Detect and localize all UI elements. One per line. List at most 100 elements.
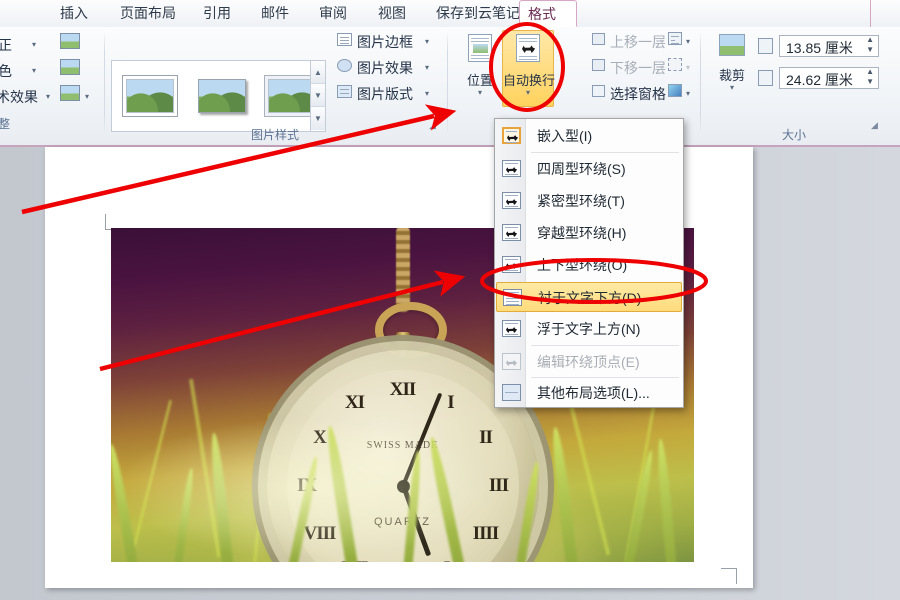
selection-pane-label[interactable]: 选择窗格 [610, 84, 666, 104]
shape-height-spin-up[interactable]: ▲ [866, 35, 874, 44]
bring-forward-icon [592, 33, 605, 45]
menu-item-behind-text[interactable]: 衬于文字下方(D) [496, 282, 682, 312]
shape-height-field[interactable]: 13.85 厘米 ▲ ▼ [779, 35, 879, 57]
wrap-square-icon [502, 160, 521, 177]
crop-label: 裁剪 [718, 68, 745, 83]
tab-view[interactable]: 视图 [370, 0, 414, 27]
bring-forward-label: 上移一层 [610, 34, 666, 50]
shape-width-field[interactable]: 24.62 厘米 ▲ ▼ [779, 67, 879, 89]
crop-button[interactable]: 裁剪 ▾ [708, 31, 756, 105]
margin-marker-bottom-right [721, 568, 737, 584]
picture-border-label[interactable]: 图片边框 [357, 32, 413, 52]
picture-border-caret-icon[interactable]: ▾ [425, 37, 429, 46]
menu-item-edit-wrap-points: 编辑环绕顶点(E) [496, 347, 682, 377]
menu-item-label: 编辑环绕顶点(E) [537, 354, 640, 370]
menu-item-through[interactable]: 穿越型环绕(H) [496, 218, 682, 248]
size-group-title: 大小 [781, 128, 806, 142]
menu-item-more-layout-options[interactable]: 其他布局选项(L)... [496, 378, 682, 408]
group-separator-2 [447, 31, 448, 135]
tab-references[interactable]: 引用 [195, 0, 239, 27]
send-backward-label: 下移一层 [610, 60, 666, 76]
picture-style-thumb-2[interactable] [194, 75, 250, 117]
picture-border-icon[interactable] [337, 33, 352, 46]
wrap-topbottom-icon [502, 256, 521, 273]
menu-item-tight[interactable]: 紧密型环绕(T) [496, 186, 682, 216]
color-label[interactable]: 色 [0, 61, 12, 81]
shape-height-value: 13.85 厘米 [786, 40, 853, 56]
position-button[interactable]: 位置 ▾ [456, 31, 504, 105]
gallery-scroll-up-button[interactable]: ▲ [311, 61, 325, 84]
corrections-caret-icon[interactable]: ▾ [32, 40, 36, 49]
wrap-through-icon [502, 224, 521, 241]
picture-layout-caret-icon[interactable]: ▾ [425, 89, 429, 98]
menu-item-in-front-of-text[interactable]: 浮于文字上方(N) [496, 314, 682, 344]
change-picture-icon[interactable] [60, 59, 80, 75]
picture-effects-caret-icon[interactable]: ▾ [425, 63, 429, 72]
picture-layout-label[interactable]: 图片版式 [357, 84, 413, 104]
picture-layout-icon[interactable] [337, 85, 352, 98]
menu-item-top-and-bottom[interactable]: 上下型环绕(O) [496, 250, 682, 280]
wrap-tight-icon [502, 192, 521, 209]
position-label: 位置 [466, 73, 493, 88]
picture-styles-dialog-launcher[interactable] [427, 120, 438, 131]
wrap-text-label: 自动换行 [503, 73, 556, 88]
tab-format[interactable]: 格式 [519, 0, 577, 27]
tab-strip-right-edge [870, 0, 900, 27]
menu-item-label: 四周型环绕(S) [537, 161, 626, 177]
menu-item-label: 穿越型环绕(H) [537, 225, 627, 241]
thumb-image-2 [198, 79, 246, 113]
tab-mailings[interactable]: 邮件 [253, 0, 297, 27]
wrap-text-dropdown-menu[interactable]: 嵌入型(I) 四周型环绕(S) 紧密型环绕(T) 穿越型环绕(H) 上下型环绕(… [494, 118, 684, 408]
shape-width-spin-up[interactable]: ▲ [866, 67, 874, 76]
menu-item-square[interactable]: 四周型环绕(S) [496, 154, 682, 184]
wrap-text-icon [516, 34, 540, 62]
wrap-text-dropdown-caret-icon[interactable]: ▾ [503, 89, 553, 97]
tab-review[interactable]: 审阅 [311, 0, 355, 27]
shape-width-spin-down[interactable]: ▼ [866, 77, 874, 86]
shape-height-icon [758, 38, 773, 54]
picture-styles-group-title: 图片样式 [250, 128, 299, 142]
rotate-caret-icon[interactable]: ▾ [686, 89, 690, 98]
gallery-scroll-down-button[interactable]: ▼ [311, 84, 325, 107]
position-dropdown-caret-icon[interactable]: ▾ [456, 89, 504, 97]
gallery-scrollbar[interactable]: ▲ ▼ ▼ [310, 61, 325, 131]
menu-item-label: 嵌入型(I) [537, 128, 593, 144]
picture-effects-label[interactable]: 图片效果 [357, 58, 413, 78]
reset-picture-caret-icon[interactable]: ▾ [85, 92, 89, 101]
menu-item-inline-with-text[interactable]: 嵌入型(I) [496, 121, 682, 151]
wrap-text-button[interactable]: 自动换行 ▾ [502, 30, 556, 107]
selection-pane-icon[interactable] [592, 85, 605, 97]
menu-item-label: 浮于文字上方(N) [537, 321, 641, 337]
shape-width-value: 24.62 厘米 [786, 72, 853, 88]
align-caret-icon[interactable]: ▾ [686, 37, 690, 46]
send-backward-caret-icon: ▾ [660, 63, 665, 72]
tab-page-layout[interactable]: 页面布局 [112, 0, 184, 27]
size-dialog-launcher[interactable] [869, 120, 880, 131]
wrap-inline-icon [502, 127, 521, 144]
more-layout-options-icon [502, 384, 521, 401]
crop-dropdown-caret-icon[interactable]: ▾ [708, 84, 756, 92]
compress-pictures-icon[interactable] [60, 33, 80, 49]
shape-height-spin-down[interactable]: ▼ [866, 45, 874, 54]
artistic-effects-caret-icon[interactable]: ▾ [46, 92, 50, 101]
artistic-effects-label[interactable]: 术效果 [0, 87, 38, 107]
menu-item-label: 上下型环绕(O) [537, 257, 628, 273]
ribbon-body: 正 ▾ 色 ▾ 术效果 ▾ 整 ▾ ▲ ▼ ▼ 图片边框 ▾ 图片效果 ▾ 图片… [0, 27, 900, 147]
adjust-group-title: 整 [0, 117, 11, 131]
reset-picture-icon[interactable] [60, 85, 80, 101]
corrections-label[interactable]: 正 [0, 35, 12, 55]
color-caret-icon[interactable]: ▾ [32, 66, 36, 75]
picture-styles-gallery[interactable]: ▲ ▼ ▼ [111, 60, 326, 132]
bring-forward-caret-icon: ▾ [660, 37, 665, 46]
word-window: 插入 页面布局 引用 邮件 审阅 视图 保存到云笔记 格式 正 ▾ 色 ▾ 术效… [0, 0, 900, 600]
picture-effects-icon[interactable] [337, 59, 352, 72]
position-icon [468, 34, 492, 62]
tab-insert[interactable]: 插入 [52, 0, 96, 27]
align-icon[interactable] [668, 32, 682, 45]
picture-style-thumb-1[interactable] [122, 75, 178, 117]
document-canvas: XII I II III IIII V VI VII VIII IX X XI [0, 147, 900, 600]
tab-save-to-cloud-notes[interactable]: 保存到云笔记 [428, 0, 528, 27]
wrap-in-front-icon [502, 320, 521, 337]
crop-icon [719, 34, 745, 56]
rotate-icon[interactable] [668, 84, 682, 97]
